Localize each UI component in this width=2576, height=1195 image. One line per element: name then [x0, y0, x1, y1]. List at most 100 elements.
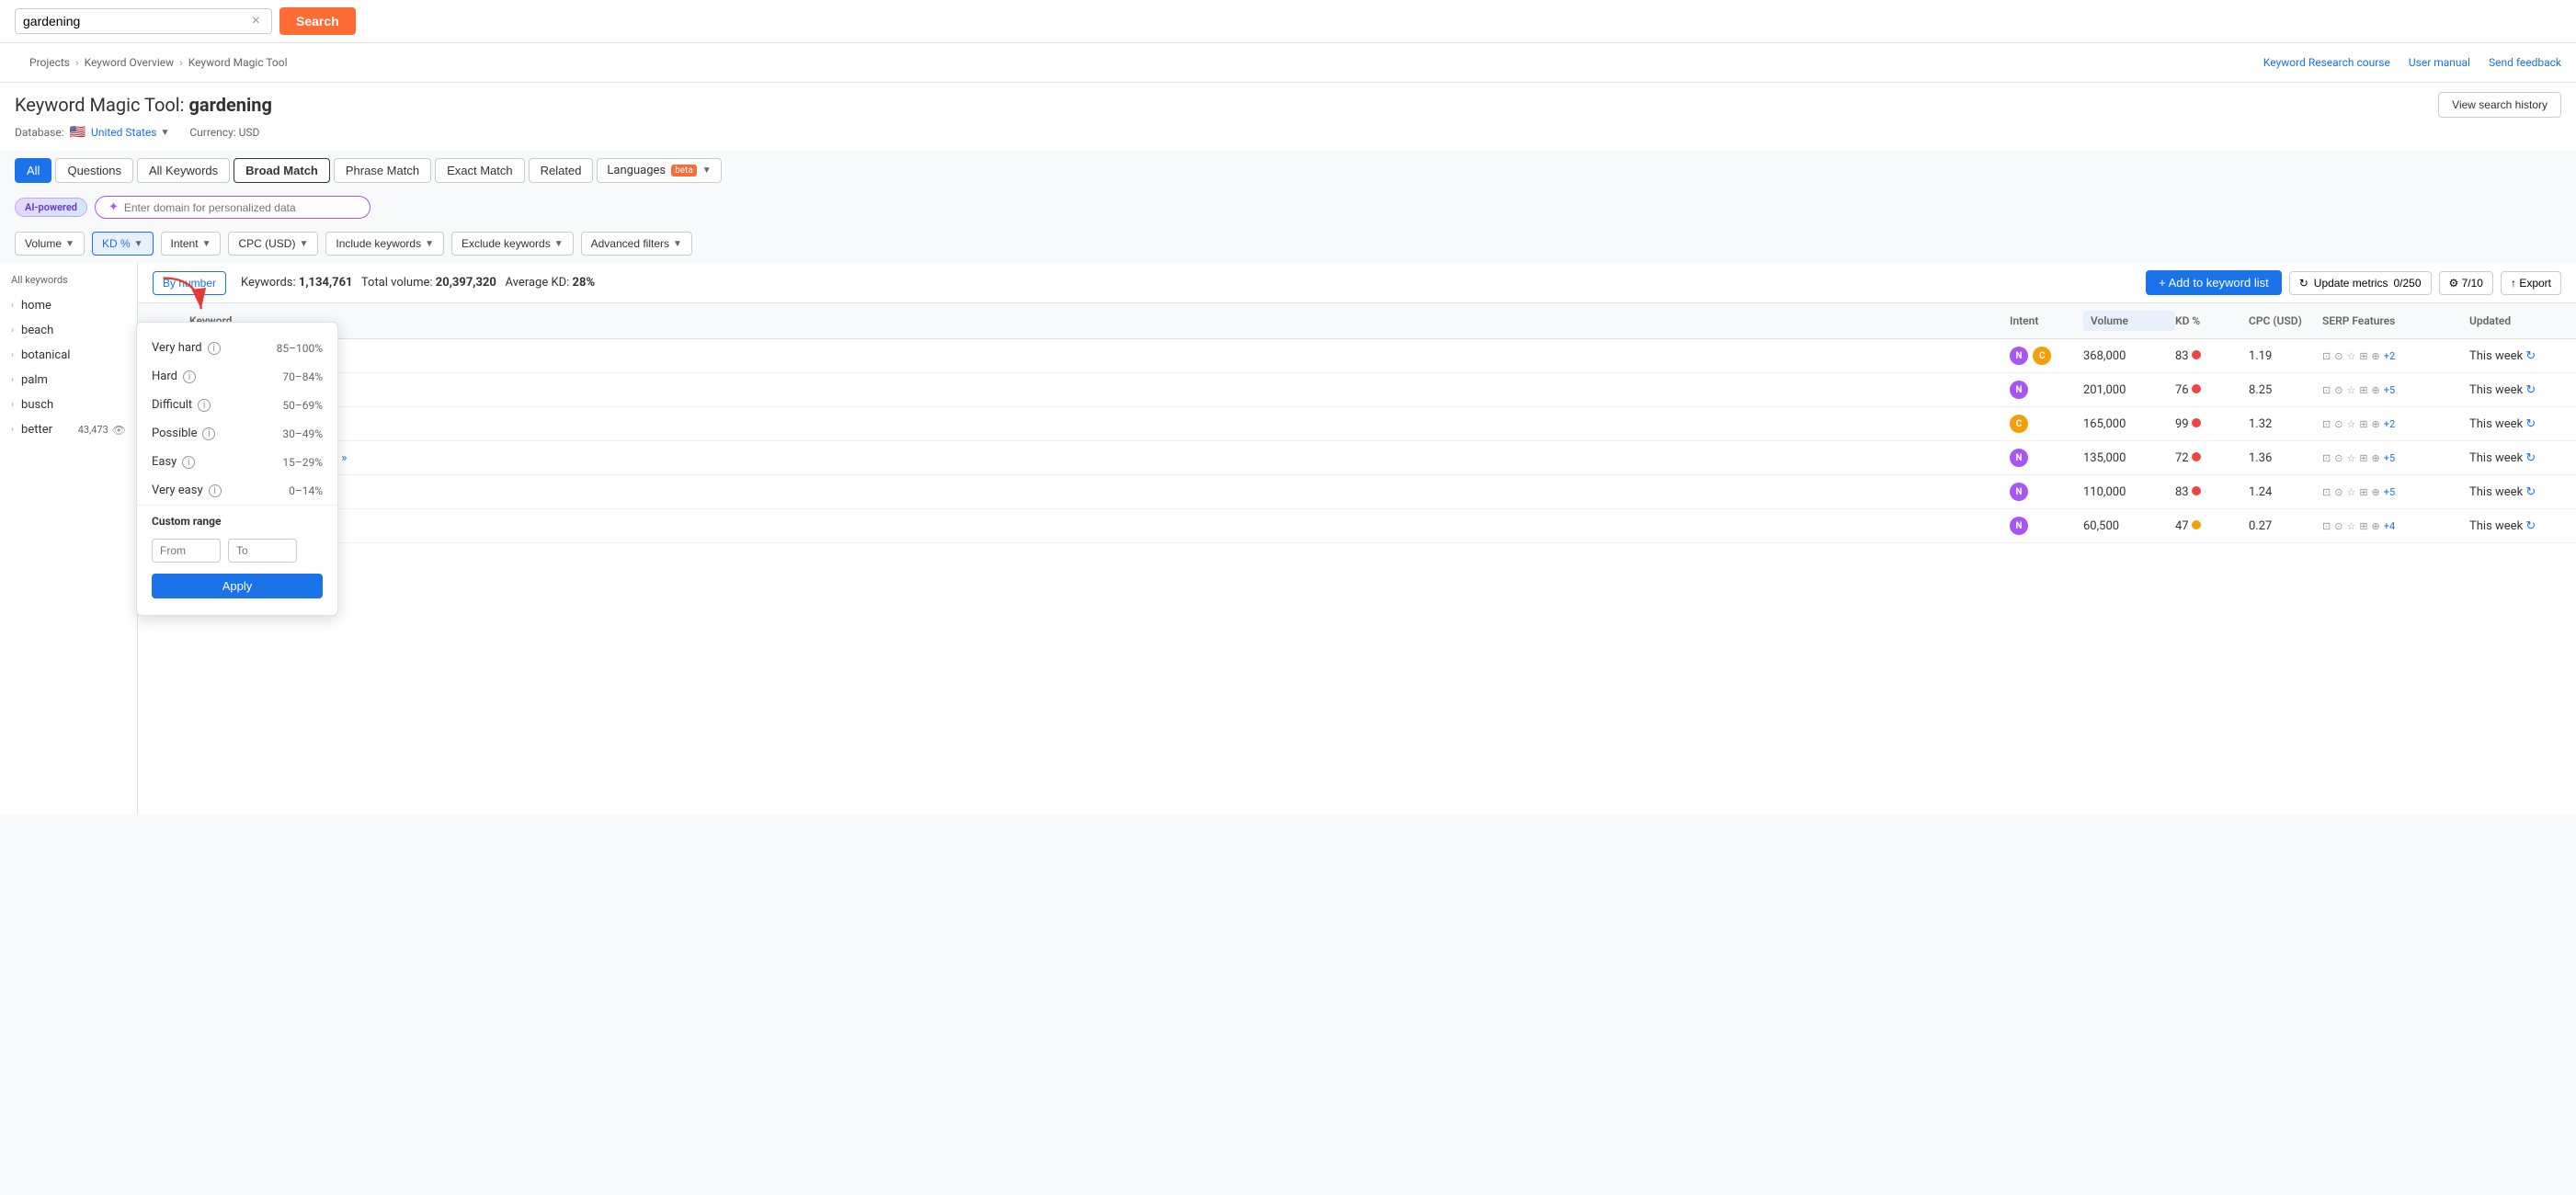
col-volume[interactable]: Volume	[2083, 311, 2175, 331]
serp-cell: ⊡⊙☆⊞⊕ +2	[2322, 350, 2469, 362]
volume-cell: 110,000	[2083, 485, 2175, 499]
dropdown-item-possible[interactable]: Possible i 30–49%	[137, 419, 337, 448]
cpc-filter[interactable]: CPC (USD) ▼	[228, 232, 318, 256]
tab-all[interactable]: All	[15, 158, 51, 183]
tab-exact-match[interactable]: Exact Match	[435, 158, 525, 183]
refresh-icon[interactable]: ↻	[2525, 349, 2536, 363]
ai-domain-input[interactable]	[124, 201, 357, 214]
ai-powered-badge: AI-powered	[15, 198, 87, 217]
view-history-button[interactable]: View search history	[2438, 92, 2561, 118]
tabs-row: All Questions All Keywords Broad Match P…	[0, 151, 2576, 190]
include-keywords-filter[interactable]: Include keywords ▼	[325, 232, 444, 256]
volume-filter[interactable]: Volume ▼	[15, 232, 85, 256]
send-feedback-link[interactable]: Send feedback	[2489, 56, 2561, 69]
tab-questions[interactable]: Questions	[55, 158, 133, 183]
tab-all-keywords[interactable]: All Keywords	[137, 158, 230, 183]
keyword-link[interactable]: botanical gardens »	[189, 417, 2010, 431]
top-bar: × Search	[0, 0, 2576, 43]
keyword-research-course-link[interactable]: Keyword Research course	[2263, 56, 2390, 69]
volume-cell: 368,000	[2083, 349, 2175, 363]
sidebar-item-home[interactable]: › home	[0, 293, 137, 318]
table-row: busch gardens williamsburg » N 135,000 7…	[138, 441, 2576, 475]
dropdown-item-easy[interactable]: Easy i 15–29%	[137, 448, 337, 476]
add-to-keyword-list-button[interactable]: + Add to keyword list	[2146, 270, 2282, 295]
custom-range-header: Custom range	[137, 505, 337, 533]
results-bar: By number Keywords: 1,134,761 Total volu…	[138, 263, 2576, 303]
refresh-icon[interactable]: ↻	[2525, 451, 2536, 465]
sidebar-item-better[interactable]: › better 43,473 👁	[0, 417, 137, 442]
breadcrumb-projects[interactable]: Projects	[29, 56, 70, 69]
advanced-filters[interactable]: Advanced filters ▼	[581, 232, 692, 256]
refresh-icon[interactable]: ↻	[2525, 519, 2536, 533]
search-input[interactable]	[23, 14, 248, 28]
refresh-icon[interactable]: ↻	[2525, 383, 2536, 397]
languages-tab[interactable]: Languages beta ▼	[597, 158, 721, 183]
keyword-link[interactable]: busch gardens williamsburg »	[189, 451, 2010, 465]
sidebar-header: All keywords	[0, 270, 137, 293]
top-links: Keyword Research course User manual Send…	[2263, 56, 2561, 69]
col-keyword: Keyword	[189, 314, 2010, 327]
exclude-keywords-filter[interactable]: Exclude keywords ▼	[451, 232, 574, 256]
sidebar-item-botanical[interactable]: › botanical	[0, 343, 137, 368]
tab-broad-match[interactable]: Broad Match	[234, 158, 330, 183]
settings-button[interactable]: ⚙ 7/10	[2439, 271, 2493, 295]
kd-filter[interactable]: KD % ▼	[92, 232, 154, 256]
updated-cell: This week ↻	[2469, 451, 2561, 465]
cpc-cell: 1.32	[2249, 417, 2322, 431]
range-from-input[interactable]	[152, 539, 221, 563]
refresh-icon: ↻	[2299, 277, 2308, 290]
cpc-cell: 8.25	[2249, 383, 2322, 397]
kd-cell: 76	[2175, 383, 2249, 397]
volume-cell: 165,000	[2083, 417, 2175, 431]
search-button[interactable]: Search	[279, 7, 356, 35]
serp-cell: ⊡⊙☆⊞⊕ +4	[2322, 520, 2469, 532]
clear-button[interactable]: ×	[248, 13, 264, 29]
dropdown-item-very-hard[interactable]: Very hard i 85–100%	[137, 334, 337, 362]
database-selector[interactable]: United States ▼	[91, 126, 169, 139]
sidebar-expand-home: ›	[11, 301, 14, 311]
search-input-wrap: ×	[15, 8, 272, 34]
keyword-link[interactable]: callaway gardens »	[189, 519, 2010, 533]
intent-cell: C	[2010, 415, 2083, 433]
apply-button[interactable]: Apply	[152, 574, 323, 598]
breadcrumb-keyword-overview[interactable]: Keyword Overview	[85, 56, 175, 69]
kd-cell: 47	[2175, 519, 2249, 533]
intent-filter[interactable]: Intent ▼	[161, 232, 222, 256]
intent-badge-n: N	[2010, 517, 2028, 535]
update-metrics-button[interactable]: ↻ Update metrics 0/250	[2289, 271, 2432, 295]
export-button[interactable]: ↑ Export	[2501, 271, 2561, 295]
info-icon: i	[183, 370, 196, 383]
serp-cell: ⊡⊙☆⊞⊕ +5	[2322, 486, 2469, 498]
sidebar: All keywords › home › beach › botanical	[0, 263, 138, 814]
refresh-icon[interactable]: ↻	[2525, 485, 2536, 499]
cpc-cell: 1.24	[2249, 485, 2322, 499]
kd-cell: 99	[2175, 417, 2249, 431]
dropdown-item-hard[interactable]: Hard i 70–84%	[137, 362, 337, 391]
volume-cell: 201,000	[2083, 383, 2175, 397]
by-number-button[interactable]: By number	[153, 271, 226, 295]
info-icon: i	[182, 456, 195, 469]
dropdown-item-very-easy[interactable]: Very easy i 0–14%	[137, 476, 337, 505]
info-icon: i	[209, 484, 222, 497]
tab-phrase-match[interactable]: Phrase Match	[334, 158, 431, 183]
keyword-link[interactable]: busch gardens »	[189, 349, 2010, 363]
dropdown-item-difficult[interactable]: Difficult i 50–69%	[137, 391, 337, 419]
range-to-input[interactable]	[228, 539, 297, 563]
refresh-icon[interactable]: ↻	[2525, 417, 2536, 431]
kd-cell: 83	[2175, 485, 2249, 499]
updated-cell: This week ↻	[2469, 519, 2561, 533]
info-icon: i	[208, 342, 221, 355]
keyword-link[interactable]: busch gardens tampa »	[189, 485, 2010, 499]
user-manual-link[interactable]: User manual	[2409, 56, 2470, 69]
sidebar-item-palm[interactable]: › palm	[0, 368, 137, 393]
intent-cell: N	[2010, 517, 2083, 535]
results-text: Keywords: 1,134,761 Total volume: 20,397…	[241, 276, 595, 290]
sidebar-item-beach[interactable]: › beach	[0, 318, 137, 343]
ai-row: AI-powered ✦	[0, 190, 2576, 224]
tab-related[interactable]: Related	[529, 158, 594, 183]
table-header: Keyword Intent Volume KD % CPC (USD) SER…	[138, 303, 2576, 339]
keyword-link[interactable]: longwood gardens »	[189, 383, 2010, 397]
sidebar-item-busch[interactable]: › busch	[0, 393, 137, 417]
col-cpc: CPC (USD)	[2249, 314, 2322, 327]
db-row: Database: 🇺🇸 United States ▼ Currency: U…	[0, 123, 2576, 151]
